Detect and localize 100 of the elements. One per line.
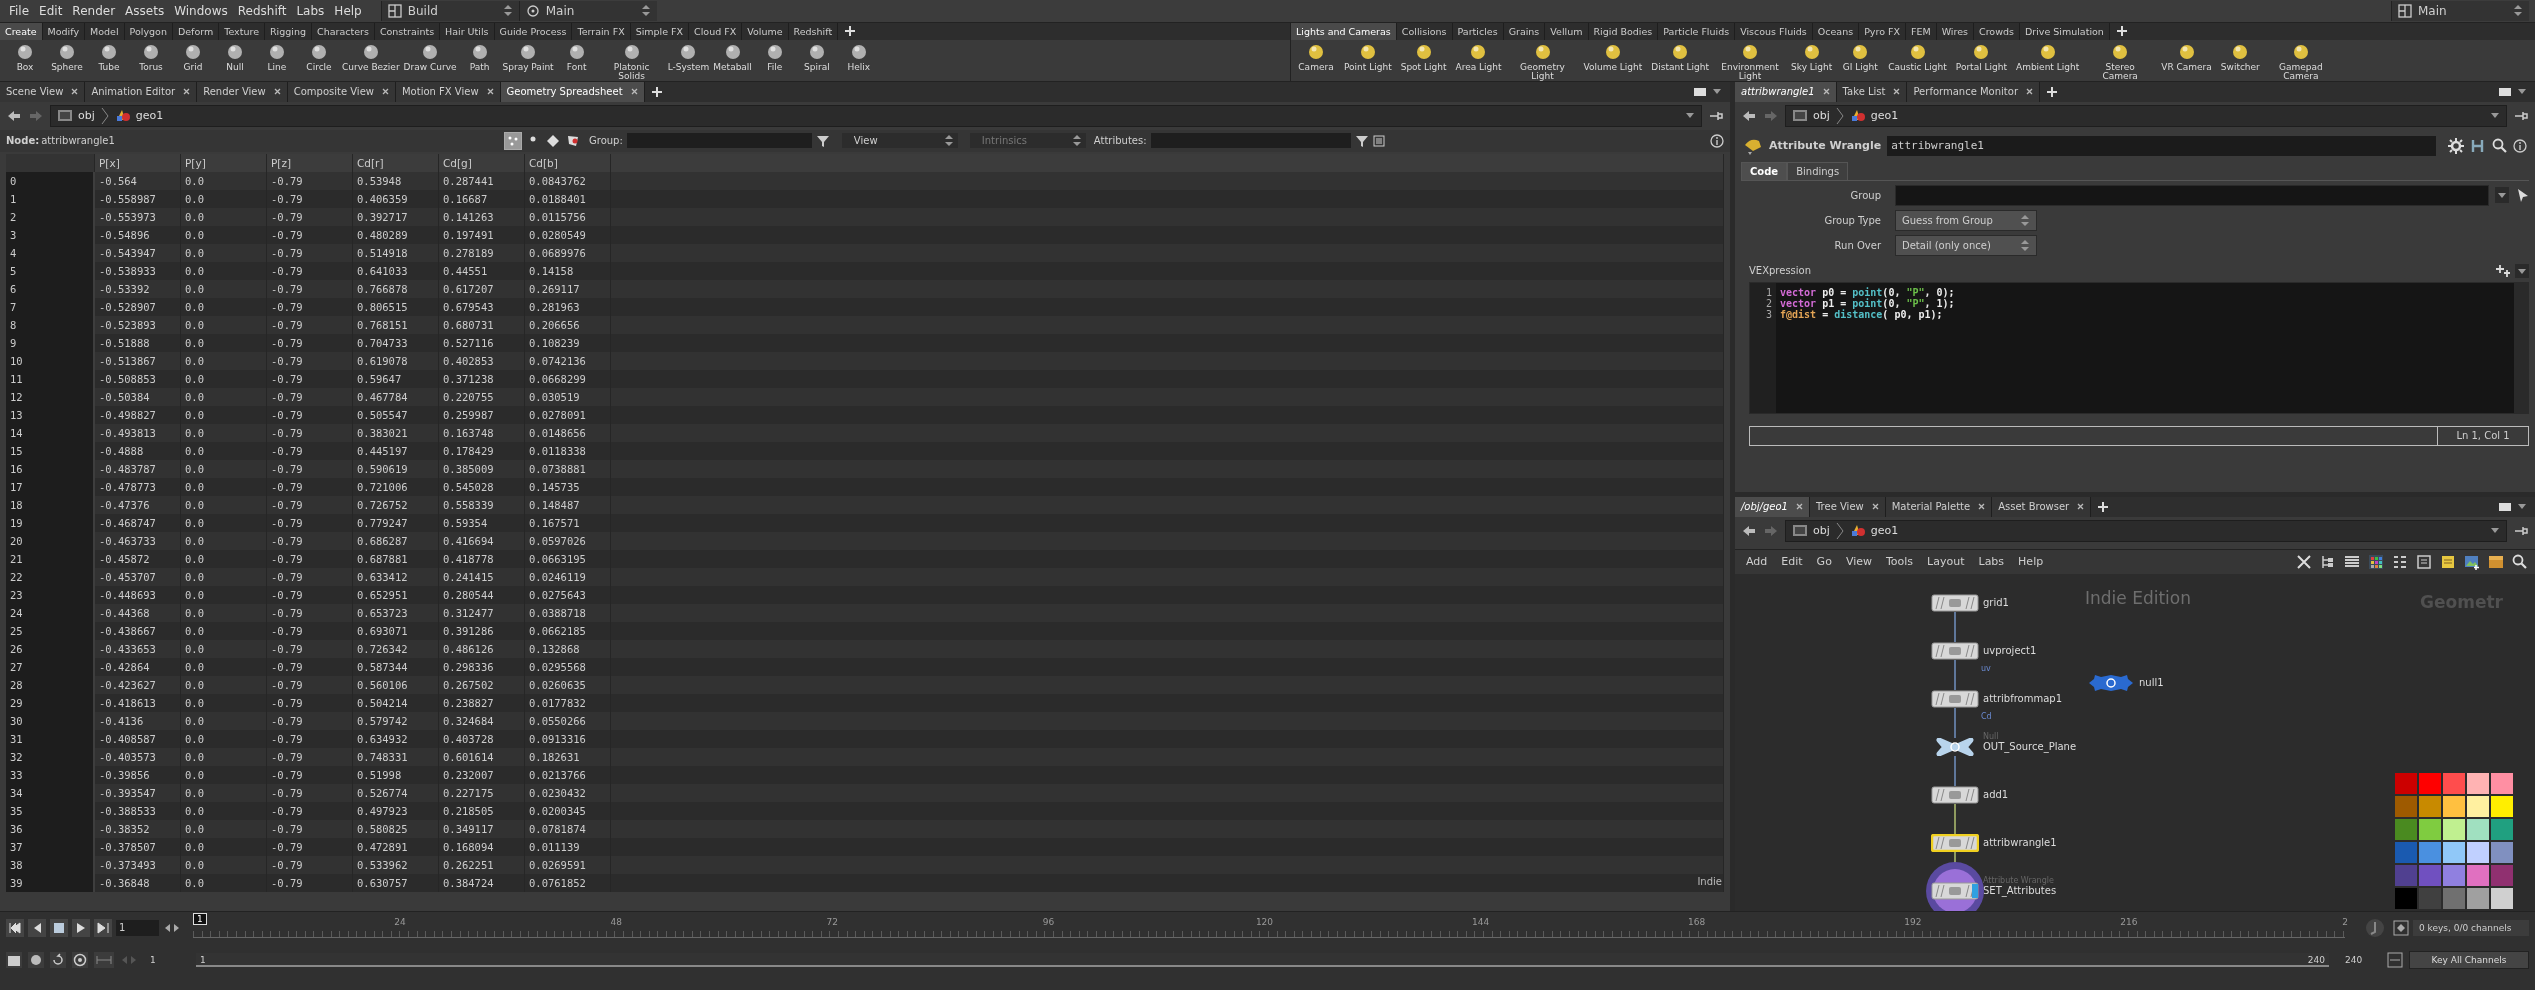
view-menu[interactable]: View — [841, 133, 958, 149]
shelf-tool[interactable]: Switcher — [2220, 42, 2260, 72]
shelf-tool[interactable]: Draw Curve — [403, 42, 457, 72]
shelf-tool[interactable]: Ambient Light — [2016, 42, 2080, 72]
shelf-tool[interactable]: Caustic Light — [1888, 42, 1947, 72]
color-swatch[interactable] — [2419, 795, 2441, 817]
key-icon[interactable] — [2387, 951, 2403, 968]
gear-icon[interactable] — [2448, 137, 2464, 154]
back-icon[interactable] — [1741, 523, 1757, 538]
shelf-tool[interactable]: Font — [557, 42, 596, 72]
back-icon[interactable] — [1741, 108, 1757, 123]
skip-start-icon[interactable] — [6, 918, 24, 937]
shelf-tool[interactable]: Gamepad Camera — [2268, 42, 2333, 81]
shelf-tool[interactable]: Path — [460, 42, 499, 72]
shelf-tool[interactable]: Box — [6, 42, 44, 72]
group-field[interactable] — [1895, 184, 2489, 206]
menu-item[interactable]: Windows — [169, 3, 233, 18]
close-icon[interactable] — [630, 88, 638, 96]
dropdown[interactable]: Main — [518, 0, 657, 21]
shelf-tool[interactable]: GI Light — [1841, 42, 1880, 72]
shelf-tool[interactable]: Point Light — [1344, 42, 1392, 72]
color-swatch[interactable] — [2443, 864, 2465, 886]
shelf-tab[interactable]: Simple FX — [630, 22, 690, 40]
node-label[interactable]: attribfrommap1 — [1983, 693, 2063, 705]
menu-item[interactable]: Render — [67, 3, 121, 18]
shelf-tab[interactable]: FEM — [1906, 22, 1937, 40]
path-crumb[interactable]: obj — [1792, 108, 1830, 124]
shelf-tab[interactable]: Particles — [1452, 22, 1504, 40]
color-swatch[interactable] — [2419, 841, 2441, 863]
shelf-tab[interactable]: Oceans — [1812, 22, 1860, 40]
color-swatch[interactable] — [2467, 841, 2489, 863]
add-parameter-icon[interactable] — [2495, 263, 2511, 278]
shelf-tool[interactable]: Geometry Light — [1510, 42, 1575, 81]
menu-item[interactable]: File — [4, 3, 35, 18]
image-icon[interactable] — [2464, 553, 2480, 570]
plus-icon[interactable] — [844, 25, 857, 38]
shelf-tab[interactable]: Cloud FX — [689, 22, 743, 40]
shelf-tool[interactable]: Line — [258, 42, 296, 72]
shelf-tool[interactable]: Sky Light — [1791, 42, 1833, 72]
shelf-tab[interactable]: Texture — [219, 22, 265, 40]
node-label[interactable]: null1 — [2139, 677, 2164, 689]
column-header[interactable]: P[x] — [95, 153, 181, 172]
parameter-menu[interactable]: Guess from Group — [1895, 209, 2037, 231]
node-icon[interactable] — [1931, 641, 1979, 660]
pane-tab[interactable]: Scene View — [0, 81, 86, 102]
menu-item[interactable]: Tools — [1883, 555, 1917, 569]
shelf-tool[interactable]: Circle — [300, 42, 338, 72]
close-icon[interactable] — [1822, 88, 1830, 96]
close-icon[interactable] — [1795, 503, 1803, 511]
tools-icon[interactable] — [2296, 553, 2312, 570]
path-field[interactable]: obj geo1 — [1785, 104, 2507, 127]
shelf-tool[interactable]: Portal Light — [1955, 42, 2007, 72]
column-header[interactable]: P[z] — [267, 153, 353, 172]
shelf-tab[interactable]: Constraints — [374, 22, 441, 40]
color-swatch[interactable] — [2419, 887, 2441, 909]
pane-tab[interactable]: Performance Monitor — [1907, 81, 2040, 102]
shelf-tab[interactable]: Model — [85, 22, 125, 40]
frame-field[interactable]: 1 — [116, 919, 159, 936]
diamond-icon[interactable] — [545, 132, 561, 149]
color-swatch[interactable] — [2419, 864, 2441, 886]
color-swatch[interactable] — [2443, 795, 2465, 817]
stop-icon[interactable] — [50, 918, 68, 937]
node-label[interactable]: attribwrangle1 — [1983, 837, 2057, 849]
shelf-tab[interactable]: Grains — [1503, 22, 1546, 40]
shelf-tab[interactable]: Rigging — [265, 22, 312, 40]
column-header[interactable]: Cd[g] — [439, 153, 525, 172]
pane-tab[interactable]: Render View — [197, 81, 288, 102]
shelf-tool[interactable]: L-System — [667, 42, 710, 72]
end-frame-field[interactable]: 240 — [2339, 954, 2381, 965]
color-swatch[interactable] — [2491, 841, 2513, 863]
caret-icon[interactable] — [2495, 187, 2509, 204]
color-swatch[interactable] — [2443, 841, 2465, 863]
close-icon[interactable] — [381, 88, 389, 96]
shelf-tool[interactable]: Grid — [174, 42, 212, 72]
plus-icon[interactable] — [650, 85, 663, 98]
close-icon[interactable] — [2026, 88, 2033, 96]
shelf-tab[interactable]: Drive Simulation — [2019, 22, 2110, 40]
color-swatch[interactable] — [2443, 887, 2465, 909]
pane-tab[interactable]: Animation Editor — [85, 81, 198, 102]
node-label[interactable]: add1 — [1983, 789, 2009, 801]
dropdown[interactable]: Main — [2391, 0, 2529, 21]
list-icon[interactable] — [2344, 553, 2360, 570]
key-all-button[interactable]: Key All Channels — [2409, 950, 2529, 969]
note-icon[interactable] — [2440, 553, 2456, 570]
node-label[interactable]: uvproject1 — [1983, 645, 2037, 657]
shelf-tab[interactable]: Rigid Bodies — [1588, 22, 1659, 40]
key-icon[interactable] — [2393, 919, 2409, 936]
shelf-tab[interactable]: Redshift — [788, 22, 839, 40]
color-swatch[interactable] — [2443, 818, 2465, 840]
shelf-tool[interactable]: Helix — [839, 42, 878, 72]
search-icon[interactable] — [2512, 554, 2527, 570]
parameter-tab[interactable]: Bindings — [1787, 161, 1849, 180]
color-swatch[interactable] — [2467, 795, 2489, 817]
color-swatch[interactable] — [2419, 818, 2441, 840]
menu-item[interactable]: Redshift — [232, 3, 292, 18]
column-header[interactable]: P[y] — [181, 153, 267, 172]
close-icon[interactable] — [273, 88, 281, 96]
shelf-tool[interactable]: Tube — [90, 42, 128, 72]
node-name-field[interactable]: attribwrangle1 — [1887, 135, 2436, 156]
select-arrow-icon[interactable] — [2515, 188, 2529, 203]
